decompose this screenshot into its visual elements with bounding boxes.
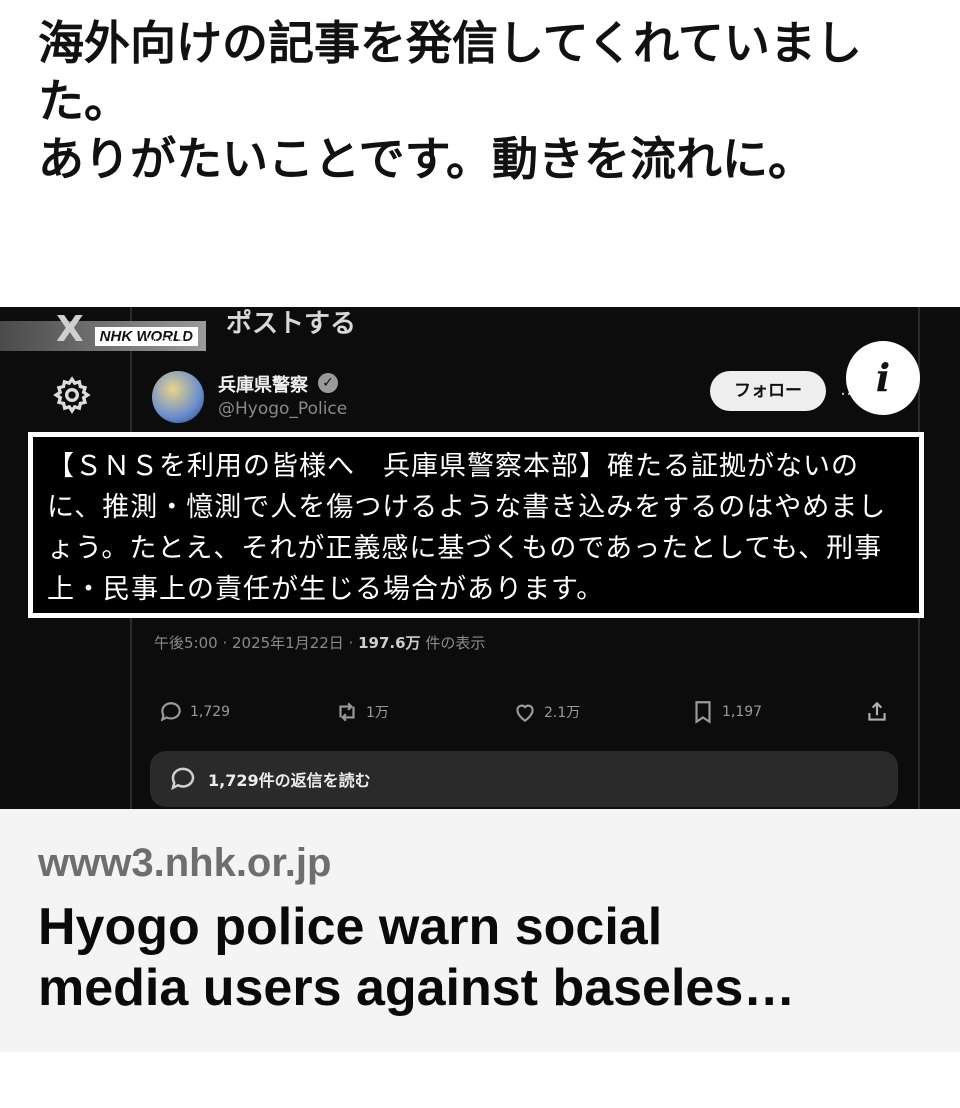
read-replies-bar: 1,729件の返信を読む [150, 751, 898, 807]
verified-icon: ✓ [318, 373, 338, 393]
gear-icon [53, 376, 91, 414]
chat-bubble-icon [171, 767, 195, 791]
bookmark-icon [695, 701, 711, 724]
post-text: 海外向けの記事を発信してくれていました。 ありがたいことです。動きを流れに。 [38, 16, 862, 186]
link-preview-card[interactable]: NHK WORLD JAPAN X ポストする 兵庫県警察 ✓ @Hyogo_P… [0, 307, 960, 1052]
tweet-text: 【ＳＮＳを利用の皆様へ 兵庫県警察本部】確たる証拠がないのに、推測・憶測で人を傷… [47, 451, 887, 605]
follow-button: フォロー [710, 371, 826, 411]
repost-count: 1万 [366, 705, 389, 721]
avatar [152, 371, 204, 423]
share-action [864, 699, 890, 725]
share-icon [868, 701, 886, 721]
views-count: 197.6万 [358, 634, 421, 652]
nhk-world-sub: JAPAN [146, 337, 188, 347]
headline-line-1: Hyogo police warn social [38, 898, 663, 956]
preview-image[interactable]: NHK WORLD JAPAN X ポストする 兵庫県警察 ✓ @Hyogo_P… [0, 307, 960, 809]
repost-icon [339, 702, 355, 722]
x-logo: X [56, 309, 84, 350]
read-replies-label: 1,729件の返信を読む [208, 771, 371, 790]
bookmark-action: 1,197 [690, 699, 762, 725]
repost-action: 1万 [334, 699, 389, 725]
link-headline[interactable]: Hyogo police warn social media users aga… [38, 897, 938, 1019]
link-domain: www3.nhk.or.jp [38, 841, 332, 885]
timestamp-prefix: 午後5:00 · 2025年1月22日 · [154, 634, 359, 652]
bookmark-count: 1,197 [722, 704, 763, 720]
reply-action: 1,729 [158, 699, 230, 725]
link-footer[interactable]: www3.nhk.or.jp Hyogo police warn social … [0, 809, 960, 1052]
tweet-timestamp: 午後5:00 · 2025年1月22日 · 197.6万 件の表示 [154, 632, 485, 653]
screenshot-header-title: ポストする [226, 309, 357, 339]
account-handle: @Hyogo_Police [218, 399, 348, 419]
info-icon[interactable]: i [846, 341, 920, 415]
reply-count: 1,729 [190, 704, 231, 720]
like-count: 2.1万 [544, 705, 581, 721]
like-icon [516, 704, 534, 722]
reply-icon [160, 702, 181, 722]
account-name: 兵庫県警察 [218, 375, 308, 396]
views-suffix: 件の表示 [420, 634, 486, 652]
like-action: 2.1万 [512, 699, 580, 725]
tweet-text-box: 【ＳＮＳを利用の皆様へ 兵庫県警察本部】確たる証拠がないのに、推測・憶測で人を傷… [28, 432, 924, 618]
headline-line-2: media users against baseles… [38, 959, 796, 1017]
